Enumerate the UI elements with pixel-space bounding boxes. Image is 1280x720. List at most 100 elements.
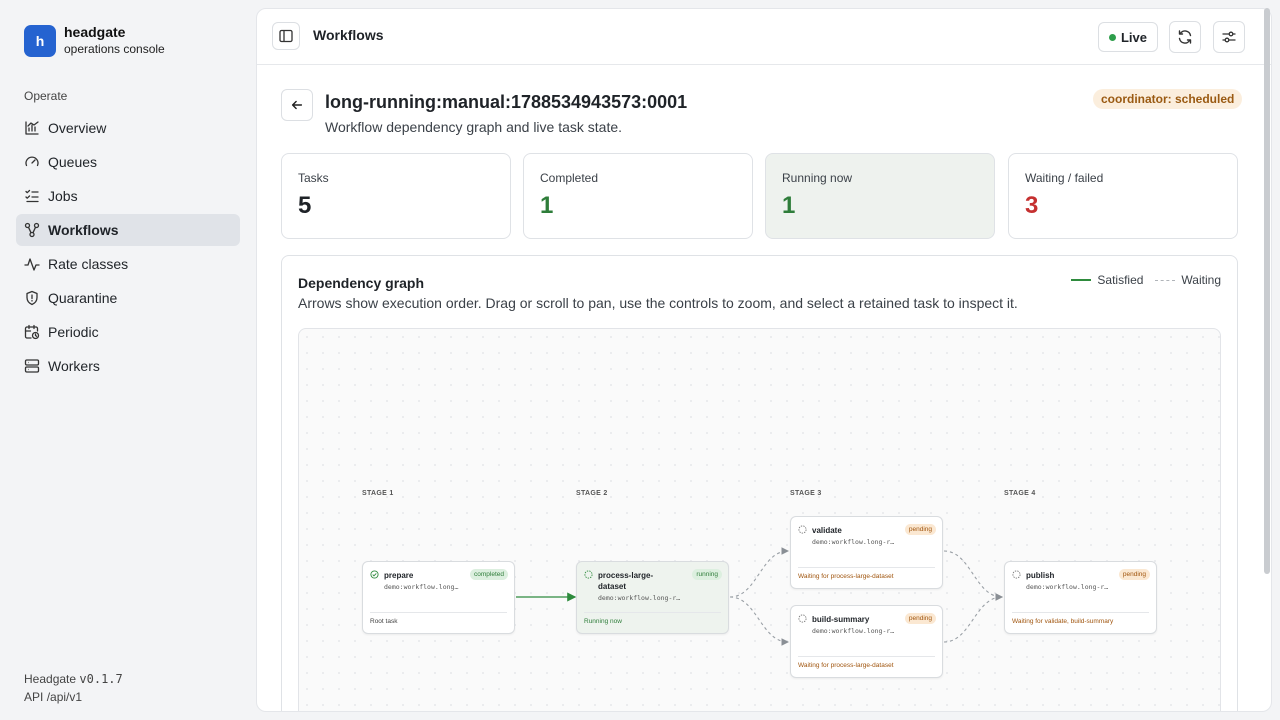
pending-circle-icon	[1012, 570, 1021, 579]
pending-circle-icon	[798, 525, 807, 534]
task-node-publish[interactable]: publish pending demo:workflow.long-r… Wa…	[1004, 561, 1157, 634]
workflow-title: long-running:manual:1788534943573:0001	[325, 92, 688, 112]
live-status-dot	[1108, 33, 1116, 41]
edge-summary-publish	[943, 593, 1004, 643]
sidebar-item-label: Periodic	[48, 324, 99, 340]
topbar-title: Workflows	[313, 27, 384, 43]
task-function: demo:workflow.long-r…	[812, 627, 895, 635]
task-status-badge: pending	[904, 613, 936, 624]
task-footer: Waiting for process-large-dataset	[798, 573, 894, 580]
task-name: prepare	[384, 571, 414, 580]
sidebar-toggle-icon	[279, 29, 293, 43]
stat-value: 5	[298, 192, 312, 219]
api-path: /api/v1	[46, 690, 83, 704]
checklist-icon	[25, 189, 39, 203]
task-function: demo:workflow.long-r…	[598, 594, 681, 602]
sidebar-item-quarantine[interactable]: Quarantine	[16, 282, 240, 314]
pulse-icon	[24, 258, 40, 271]
stat-card-running[interactable]: Running now 1	[765, 153, 995, 239]
sidebar-item-label: Jobs	[48, 188, 78, 204]
node-divider	[798, 567, 935, 568]
pending-circle-icon	[798, 614, 807, 623]
graph-canvas[interactable]: STAGE 1 STAGE 2 STAGE 3 STAGE 4 prepare …	[298, 328, 1221, 711]
stat-label: Completed	[540, 171, 599, 185]
legend-satisfied: Satisfied	[1071, 273, 1143, 287]
task-name: publish	[1026, 571, 1055, 580]
workflow-subtitle: Workflow dependency graph and live task …	[325, 119, 623, 135]
node-divider	[1012, 612, 1149, 613]
legend-satisfied-line	[1071, 279, 1092, 281]
dependency-graph-card: Dependency graph Arrows show execution o…	[281, 255, 1238, 711]
legend-waiting-line	[1155, 279, 1176, 281]
task-function: demo:workflow.long-r…	[812, 538, 895, 546]
task-footer: Running now	[584, 618, 622, 625]
task-status-badge: completed	[470, 569, 508, 580]
task-node-build-summary[interactable]: build-summary pending demo:workflow.long…	[790, 605, 943, 678]
stat-label: Waiting / failed	[1025, 171, 1104, 185]
coordinator-status-badge: coordinator: scheduled	[1093, 89, 1243, 109]
stat-card-completed: Completed 1	[523, 153, 753, 239]
sidebar-item-workflows[interactable]: Workflows	[16, 214, 240, 246]
settings-button[interactable]	[1213, 21, 1245, 53]
task-node-prepare[interactable]: prepare completed demo:workflow.long… Ro…	[362, 561, 515, 634]
graph-edges	[516, 547, 1004, 646]
node-divider	[370, 612, 507, 613]
task-status-badge: pending	[1118, 569, 1150, 580]
page-scrollbar[interactable]	[1264, 8, 1270, 574]
sidebar-item-jobs[interactable]: Jobs	[16, 180, 240, 212]
refresh-icon	[1178, 30, 1192, 44]
sidebar-nav: Overview Queues Jobs Workflows Rate clas…	[16, 112, 240, 384]
task-function: demo:workflow.long…	[384, 583, 459, 591]
stat-label: Tasks	[298, 171, 329, 185]
sidebar-item-label: Workflows	[48, 222, 119, 238]
stat-card-tasks: Tasks 5	[281, 153, 511, 239]
main-panel: Workflows Live long-running:manual:17885…	[256, 8, 1272, 712]
back-button[interactable]	[281, 89, 313, 121]
sidebar-item-rate-classes[interactable]: Rate classes	[16, 248, 240, 280]
version-number: v0.1.7	[79, 672, 123, 686]
sidebar-item-label: Overview	[48, 120, 107, 136]
shield-icon	[26, 290, 38, 306]
task-name: build-summary	[812, 615, 870, 624]
app-name: headgate	[64, 24, 126, 40]
node-divider	[798, 656, 935, 657]
legend-label: Waiting	[1181, 273, 1221, 287]
sidebar-item-label: Rate classes	[48, 256, 129, 272]
refresh-button[interactable]	[1169, 21, 1201, 53]
arrow-left-icon	[291, 100, 303, 110]
gauge-icon	[25, 156, 39, 167]
task-node-validate[interactable]: validate pending demo:workflow.long-r… W…	[790, 516, 943, 589]
sidebar-item-overview[interactable]: Overview	[16, 112, 240, 144]
sidebar: h headgate operations console Operate Ov…	[0, 0, 256, 720]
api-line: API /api/v1	[24, 688, 123, 706]
sidebar-item-label: Workers	[48, 358, 100, 374]
live-label: Live	[1120, 29, 1147, 45]
sidebar-toggle-button[interactable]	[272, 22, 300, 50]
version-line: Headgate v0.1.7	[24, 670, 123, 688]
task-name: process-large-dataset	[598, 571, 654, 591]
sidebar-footer: Headgate v0.1.7 API /api/v1	[24, 670, 123, 706]
calendar-clock-icon	[24, 324, 40, 340]
check-circle-icon	[370, 570, 379, 579]
sidebar-item-label: Queues	[48, 154, 98, 170]
legend-waiting: Waiting	[1155, 273, 1221, 287]
sidebar-item-workers[interactable]: Workers	[16, 350, 240, 382]
sidebar-item-queues[interactable]: Queues	[16, 146, 240, 178]
sliders-icon	[1222, 31, 1236, 43]
task-footer: Waiting for process-large-dataset	[798, 662, 894, 669]
task-status-badge: running	[692, 569, 722, 580]
live-toggle-button[interactable]: Live	[1098, 22, 1158, 52]
task-node-process-large-dataset[interactable]: process-large-dataset running demo:workf…	[576, 561, 729, 634]
brand[interactable]: h headgate operations console	[24, 24, 165, 57]
sidebar-item-periodic[interactable]: Periodic	[16, 316, 240, 348]
chart-icon	[25, 121, 39, 135]
task-footer: Root task	[370, 618, 398, 625]
legend-label: Satisfied	[1097, 273, 1144, 287]
graph-title: Dependency graph	[298, 275, 425, 291]
edge-process-validate	[729, 547, 790, 598]
stat-value: 1	[782, 192, 796, 219]
stat-card-waiting-failed: Waiting / failed 3	[1008, 153, 1238, 239]
stat-value: 1	[540, 192, 554, 219]
sidebar-item-label: Quarantine	[48, 290, 118, 306]
edge-process-summary	[729, 596, 790, 646]
